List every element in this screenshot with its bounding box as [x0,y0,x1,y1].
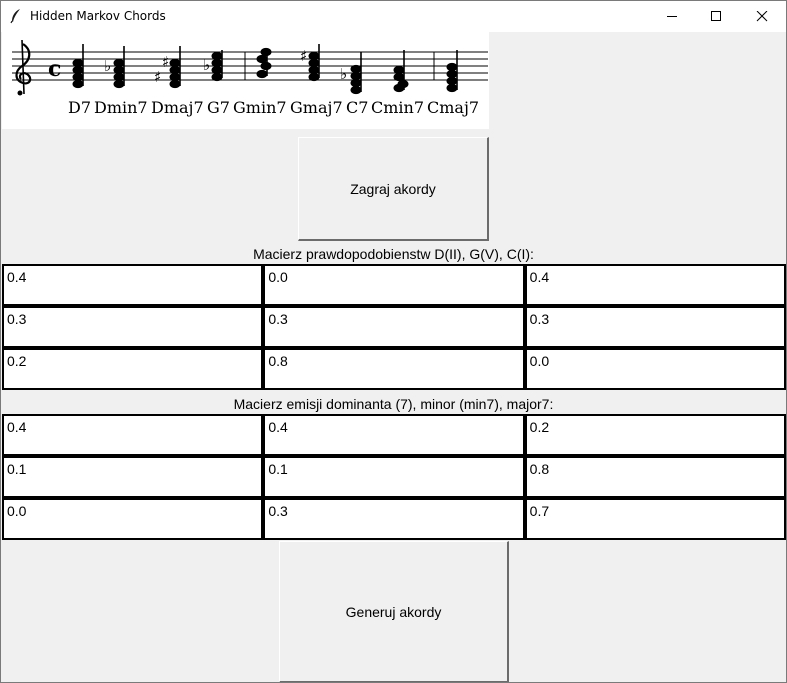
maximize-icon [711,11,721,21]
chord-label: Cmin7 [371,98,424,117]
matrix-row: 0.4 0.0 0.4 [2,264,786,306]
matrix-cell-input[interactable]: 0.3 [2,306,264,348]
matrix-cell-input[interactable]: 0.3 [263,306,525,348]
chord-labels: D7 Dmin7 Dmaj7 G7 Gmin7 Gmaj7 C7 Cmin7 C… [68,98,479,117]
minimize-icon [667,16,677,17]
svg-text:♯: ♯ [162,53,169,71]
close-button[interactable] [739,1,785,32]
matrix-cell-input[interactable]: 0.4 [263,414,525,456]
svg-text:♯: ♯ [154,68,161,86]
matrix-cell-input[interactable]: 0.8 [524,456,786,498]
matrix-cell-input[interactable]: 0.3 [524,306,786,348]
chord-label: Gmin7 [233,98,287,117]
matrix-cell-input[interactable]: 0.0 [2,498,264,540]
title-bar[interactable]: Hidden Markov Chords [1,1,786,32]
chord-label: D7 [68,98,91,117]
matrix-cell-input[interactable]: 0.0 [524,348,786,390]
matrix-cell-input[interactable]: 0.7 [524,498,786,540]
matrix-cell-input[interactable]: 0.3 [263,498,525,540]
svg-text:♭: ♭ [203,56,210,74]
treble-clef-icon [15,39,32,96]
matrix-row: 0.4 0.4 0.2 [2,414,786,456]
close-icon [756,11,768,22]
chord-label: Dmin7 [94,98,148,117]
chord-label: Cmaj7 [427,98,479,117]
matrix-cell-input[interactable]: 0.8 [263,348,525,390]
transition-matrix: 0.4 0.0 0.4 0.3 0.3 0.3 0.2 0.8 0.0 [2,264,786,390]
minimize-button[interactable] [649,1,695,32]
chord-notes [72,44,458,95]
matrix-row: 0.2 0.8 0.0 [2,348,786,390]
app-window: Hidden Markov Chords c ♭ ♯ ♯ ♭ ♯ ♭ D7 Dm… [0,0,787,683]
chord-label: C7 [346,98,368,117]
svg-text:♭: ♭ [104,57,111,75]
matrix-cell-input[interactable]: 0.4 [524,264,786,306]
emission-matrix-label: Macierz emisji dominanta (7), minor (min… [233,396,554,412]
matrix-cell-input[interactable]: 0.4 [2,264,264,306]
matrix-cell-input[interactable]: 0.2 [2,348,264,390]
feather-icon [9,8,23,24]
matrix-cell-input[interactable]: 0.1 [263,456,525,498]
emission-matrix: 0.4 0.4 0.2 0.1 0.1 0.8 0.0 0.3 0.7 [2,414,786,540]
chord-label: Dmaj7 [151,98,204,117]
matrix-cell-input[interactable]: 0.0 [263,264,525,306]
time-signature: c [48,56,61,82]
window-title: Hidden Markov Chords [30,9,166,23]
play-chords-button[interactable]: Zagraj akordy [298,137,489,241]
svg-text:♯: ♯ [300,47,307,65]
matrix-cell-input[interactable]: 0.4 [2,414,264,456]
matrix-row: 0.1 0.1 0.8 [2,456,786,498]
maximize-button[interactable] [693,1,739,32]
matrix-row: 0.0 0.3 0.7 [2,498,786,540]
matrix-cell-input[interactable]: 0.2 [524,414,786,456]
matrix-cell-input[interactable]: 0.1 [2,456,264,498]
score-image: c ♭ ♯ ♯ ♭ ♯ ♭ D7 Dmin7 Dmaj7 G7 Gmin7 Gm… [2,32,489,129]
generate-chords-button[interactable]: Generuj akordy [279,541,509,682]
matrix-row: 0.3 0.3 0.3 [2,306,786,348]
svg-text:♭: ♭ [340,65,347,83]
chord-label: Gmaj7 [290,98,343,117]
chord-label: G7 [207,98,230,117]
transition-matrix-label: Macierz prawdopodobienstw D(II), G(V), C… [253,246,534,262]
